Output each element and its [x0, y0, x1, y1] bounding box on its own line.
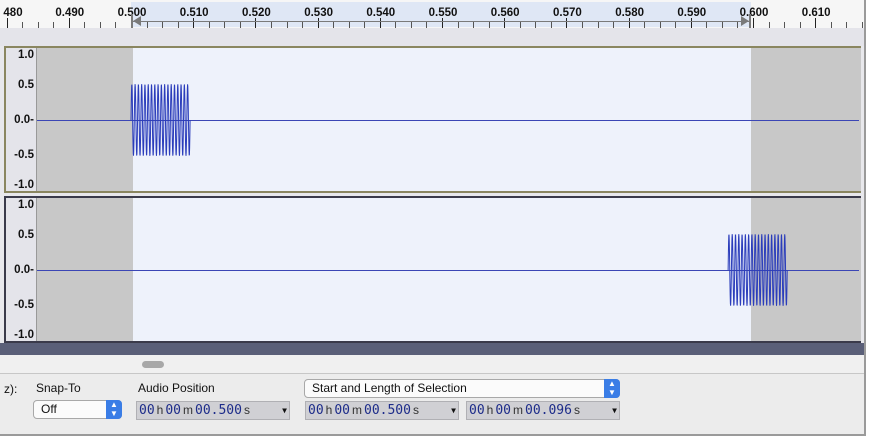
format-dropdown-icon[interactable]: ▼: [612, 402, 617, 419]
waveform-burst: [727, 234, 788, 306]
hours-unit: h: [325, 403, 333, 417]
amp-label-top: 1.0: [18, 49, 34, 61]
hours-value[interactable]: 00: [308, 403, 324, 418]
minutes-unit: m: [352, 403, 362, 417]
amp-label-half: 0.5: [18, 229, 34, 241]
seconds-unit: s: [243, 403, 250, 417]
ruler-tick-label: 0.490: [55, 7, 85, 19]
ruler-major-tick: [193, 18, 195, 28]
audio-track-2[interactable]: 1.0 0.5 0.0- -0.5 -1.0: [4, 196, 861, 343]
selection-mode-value: Start and Length of Selection: [312, 381, 467, 395]
ruler-major-tick: [815, 18, 817, 28]
ruler-major-tick: [753, 18, 754, 28]
project-rate-label-fragment: z):: [4, 382, 18, 396]
hours-unit: h: [156, 403, 164, 417]
amp-label-half: 0.5: [18, 79, 34, 91]
waveform-path: [130, 84, 191, 156]
format-dropdown-icon[interactable]: ▼: [451, 402, 456, 419]
horizontal-scrollbar[interactable]: [0, 355, 864, 373]
selection-toolbar: z): Snap-To Off ▲ ▼ Audio Position 00 h 00 m…: [0, 373, 864, 434]
audio-track-1[interactable]: 1.0 0.5 0.0- -0.5 -1.0: [4, 46, 861, 193]
amp-label-zero: 0.0-: [14, 114, 34, 126]
minutes-value[interactable]: 00: [495, 403, 511, 418]
ruler-tick-label: 0.590: [677, 7, 707, 19]
selection-end-cap[interactable]: [749, 14, 751, 28]
ruler-tick-label: 0.580: [615, 7, 644, 19]
snap-to-label: Snap-To: [36, 381, 81, 395]
audacity-window: 480 0.490 0.500 0.510 0.520 0.530 0.540 0.550 0.…: [0, 0, 866, 436]
amp-label-bottom: -1.0: [14, 179, 34, 191]
ruler-major-tick: [566, 18, 568, 28]
selection-length-field[interactable]: 00 h 00 m 00.096 s ▼: [466, 401, 620, 420]
ruler-tick-label: 0.530: [304, 7, 333, 19]
ruler-major-tick: [442, 18, 443, 28]
ruler-tick-label: 0.550: [428, 7, 458, 19]
amp-label-neg-half: -0.5: [14, 149, 34, 161]
selection-start-field[interactable]: 00 h 00 m 00.500 s ▼: [305, 401, 459, 420]
hours-unit: h: [486, 403, 494, 417]
ruler-major-tick: [628, 18, 630, 28]
seconds-value[interactable]: 00.500: [195, 403, 242, 418]
selection-start-arrow-icon: [133, 16, 141, 26]
timeline-ruler[interactable]: 480 0.490 0.500 0.510 0.520 0.530 0.540 0.550 0.…: [0, 0, 864, 29]
chevron-updown-icon: ▲ ▼: [106, 400, 122, 419]
minutes-value[interactable]: 00: [334, 403, 350, 418]
waveform-burst: [130, 84, 191, 156]
ruler-tick-label: 0.560: [490, 7, 520, 19]
ruler-tick-label: 0.540: [366, 7, 396, 19]
ruler-tick-label: 0.610: [801, 7, 831, 19]
chevron-updown-icon: ▲ ▼: [604, 379, 620, 398]
hours-value[interactable]: 00: [469, 403, 485, 418]
ruler-major-tick: [504, 18, 506, 28]
minutes-value[interactable]: 00: [165, 403, 181, 418]
amp-label-bottom: -1.0: [14, 329, 34, 341]
ruler-tick-label: 0.520: [242, 7, 271, 19]
audio-position-field[interactable]: 00 h 00 m 00.500 s ▼: [136, 401, 290, 420]
seconds-value[interactable]: 00.096: [525, 403, 572, 418]
audio-position-label: Audio Position: [138, 381, 215, 395]
snap-to-select[interactable]: Off ▲ ▼: [33, 400, 122, 419]
amplitude-ruler: 1.0 0.5 0.0- -0.5 -1.0: [6, 198, 37, 341]
amp-label-neg-half: -0.5: [14, 299, 34, 311]
waveform-area[interactable]: [37, 198, 861, 341]
ruler-major-tick: [255, 18, 257, 28]
waveform-path: [727, 234, 788, 306]
ruler-major-tick: [317, 18, 319, 28]
selection-end-arrow-icon: [741, 16, 749, 26]
selection-span-line: [131, 21, 751, 22]
ruler-major-tick: [379, 18, 381, 28]
selection-mode-select[interactable]: Start and Length of Selection ▲ ▼: [304, 379, 620, 398]
ruler-major-tick: [6, 18, 8, 28]
hours-value[interactable]: 00: [139, 403, 155, 418]
ruler-tick-label: 0.510: [179, 7, 209, 19]
seconds-unit: s: [573, 403, 580, 417]
amp-label-zero: 0.0-: [14, 264, 34, 276]
ruler-major-tick: [690, 18, 692, 28]
minutes-unit: m: [183, 403, 193, 417]
snap-to-value: Off: [41, 402, 57, 416]
waveform-area[interactable]: [37, 48, 861, 191]
scrollbar-thumb[interactable]: [142, 361, 164, 368]
ruler-major-tick: [68, 18, 70, 28]
seconds-unit: s: [412, 403, 419, 417]
minutes-unit: m: [513, 403, 523, 417]
seconds-value[interactable]: 00.500: [364, 403, 411, 418]
track-area-gap: [0, 28, 864, 46]
amplitude-ruler: 1.0 0.5 0.0- -0.5 -1.0: [6, 48, 37, 191]
amp-label-top: 1.0: [18, 199, 34, 211]
ruler-tick-label: 0.570: [553, 7, 582, 19]
track-panel-bottom: [0, 343, 864, 355]
format-dropdown-icon[interactable]: ▼: [282, 402, 287, 419]
